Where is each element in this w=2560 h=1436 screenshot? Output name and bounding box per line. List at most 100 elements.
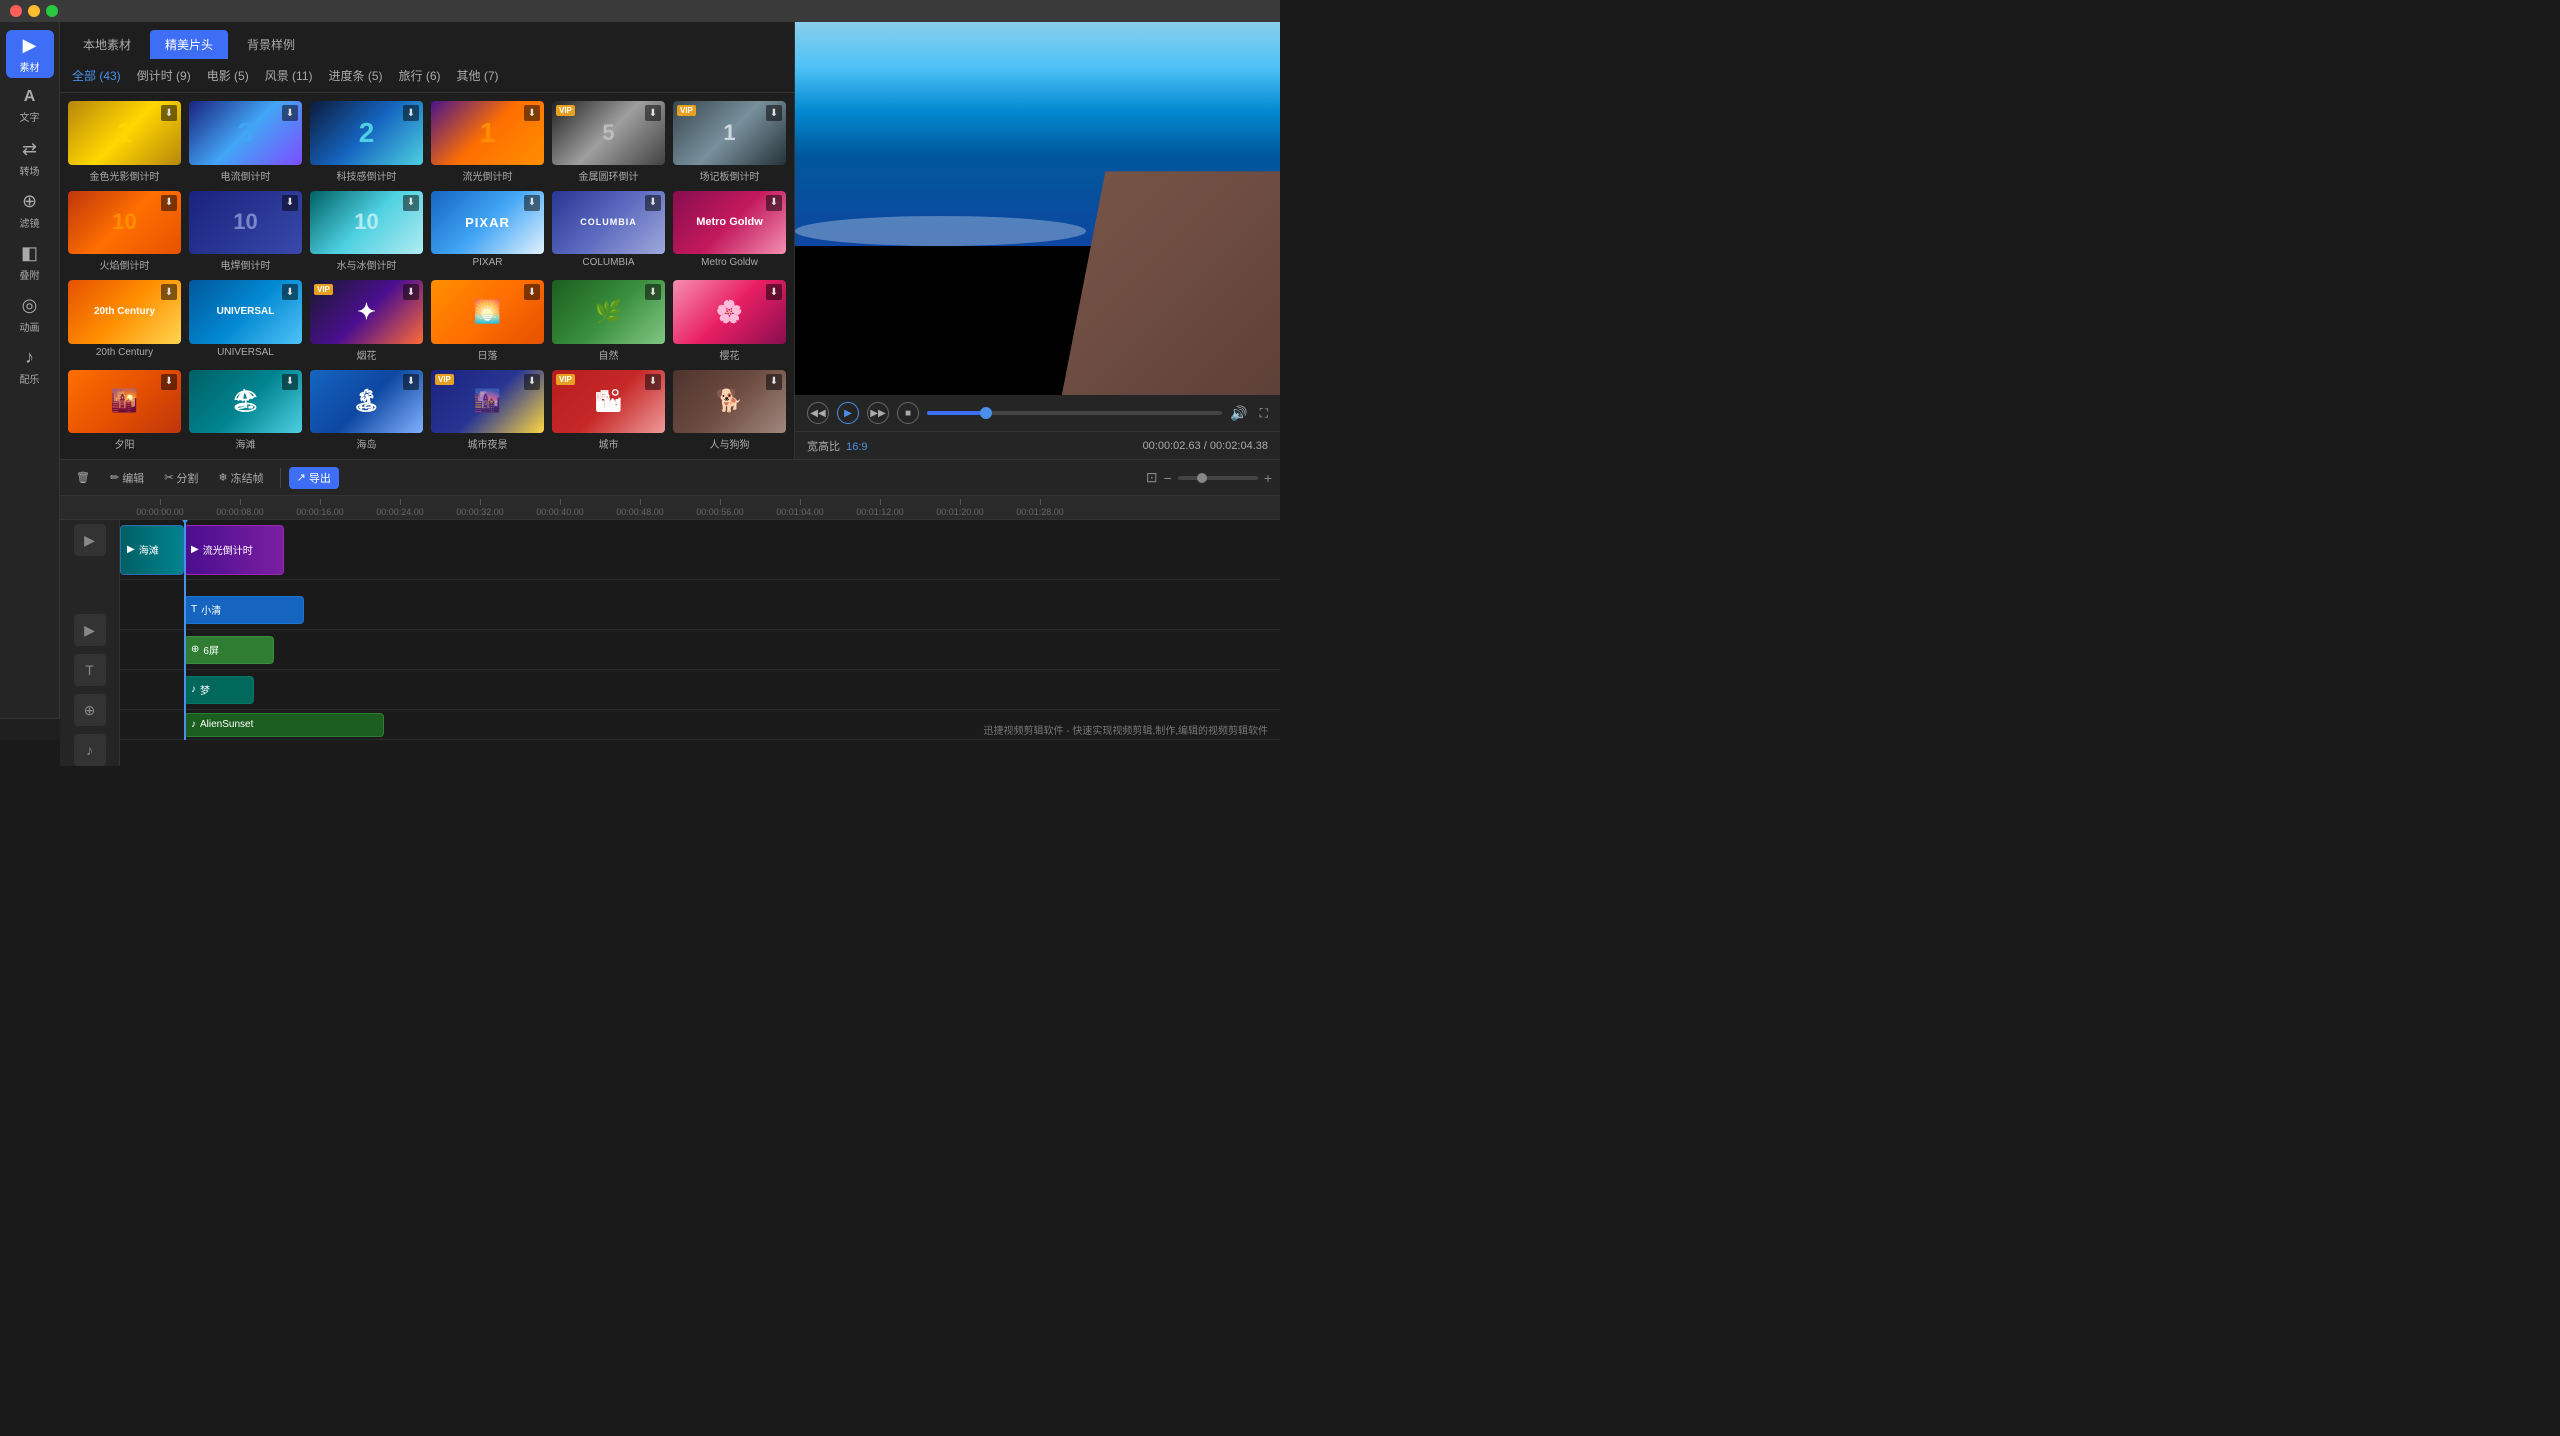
list-item[interactable]: 🌅 ⬇ 日落 [431, 280, 544, 362]
list-item[interactable]: 1 VIP ⬇ 场记板倒计时 [673, 101, 786, 183]
clip-flow-effect[interactable]: ▶ 流光倒计时 [184, 525, 284, 575]
sidebar-item-filter[interactable]: ⊕ 滤镜 [6, 186, 54, 234]
list-item[interactable]: 10 ⬇ 火焰倒计时 [68, 191, 181, 273]
minimize-button[interactable] [28, 5, 40, 17]
download-icon: ⬇ [524, 284, 540, 300]
close-button[interactable] [10, 5, 22, 17]
edit-button[interactable]: ✏ 编辑 [102, 467, 152, 489]
volume-icon[interactable]: 🔊 [1230, 405, 1247, 422]
sidebar-item-music[interactable]: ♪ 配乐 [6, 342, 54, 390]
thumb-electric: 3 ⬇ [189, 101, 302, 165]
delete-button[interactable]: 🗑 [68, 468, 98, 487]
rewind-button[interactable]: ◀◀ [807, 402, 829, 424]
clip-audio[interactable]: ♪ 梦 [184, 676, 254, 704]
sidebar-item-transition[interactable]: ⇄ 转场 [6, 134, 54, 182]
media-label: PIXAR [472, 257, 502, 268]
tab-background[interactable]: 背景样例 [232, 30, 310, 59]
separator [280, 468, 281, 488]
export-button[interactable]: ↗ 导出 [289, 467, 339, 489]
download-icon: ⬇ [766, 195, 782, 211]
list-item[interactable]: 5 VIP ⬇ 金属圆环倒计 [552, 101, 665, 183]
thumb-metro: Metro Goldw ⬇ [673, 191, 786, 255]
list-item[interactable]: 🐕 ⬇ 人与狗狗 [673, 370, 786, 452]
clip-music[interactable]: ♪ AlienSunset [184, 713, 384, 737]
track-header-filter[interactable]: ⊕ [74, 694, 106, 726]
list-item[interactable]: 🌇 ⬇ 夕阳 [68, 370, 181, 452]
zoom-fit-icon[interactable]: ⊡ [1146, 469, 1158, 486]
list-item[interactable]: COLUMBIA ⬇ COLUMBIA [552, 191, 665, 273]
top-section: 本地素材 精美片头 背景样例 全部 (43) 倒计时 (9) 电影 (5) 风景… [60, 22, 1280, 460]
fullscreen-icon[interactable]: ⛶ [1260, 406, 1268, 421]
list-item[interactable]: UNIVERSAL ⬇ UNIVERSAL [189, 280, 302, 362]
list-item[interactable]: 1 ⬇ 金色光影倒计时 [68, 101, 181, 183]
filter-all[interactable]: 全部 (43) [68, 65, 125, 86]
zoom-out-icon[interactable]: − [1164, 470, 1172, 486]
list-item[interactable]: 1 ⬇ 流光倒计时 [431, 101, 544, 183]
list-item[interactable]: 10 ⬇ 电焊倒计时 [189, 191, 302, 273]
list-item[interactable]: 🌿 ⬇ 自然 [552, 280, 665, 362]
ruler-mark: 00:01:04.00 [760, 499, 840, 517]
aspect-ratio-label: 宽高比 16:9 [807, 438, 868, 454]
clip-text[interactable]: T 小清 [184, 596, 304, 624]
download-icon: ⬇ [524, 195, 540, 211]
sidebar-item-text[interactable]: A 文字 [6, 82, 54, 130]
sidebar-item-overlay[interactable]: ◧ 叠附 [6, 238, 54, 286]
list-item[interactable]: 10 ⬇ 水与冰倒计时 [310, 191, 423, 273]
list-item[interactable]: 3 ⬇ 电流倒计时 [189, 101, 302, 183]
list-item[interactable]: Metro Goldw ⬇ Metro Goldw [673, 191, 786, 273]
track-header-video2[interactable]: ▶ [74, 614, 106, 646]
track-header-video[interactable]: ▶ [74, 524, 106, 556]
progress-thumb[interactable] [980, 407, 992, 419]
freeze-button[interactable]: ❄ 冻结帧 [210, 467, 271, 489]
maximize-button[interactable] [46, 5, 58, 17]
thumb-citynight: 🌆 VIP ⬇ [431, 370, 544, 434]
zoom-in-icon[interactable]: + [1264, 470, 1272, 486]
ruler-mark: 00:00:16.00 [280, 499, 360, 517]
ruler-mark: 00:00:24.00 [360, 499, 440, 517]
progress-bar[interactable] [927, 411, 1222, 415]
list-item[interactable]: 🏝 ⬇ 海岛 [310, 370, 423, 452]
filter-travel[interactable]: 旅行 (6) [395, 65, 445, 86]
list-item[interactable]: 2 ⬇ 科技感倒计时 [310, 101, 423, 183]
list-item[interactable]: 🏖 ⬇ 海滩 [189, 370, 302, 452]
track-header-text[interactable]: T [74, 654, 106, 686]
ruler-mark: 00:00:56.00 [680, 499, 760, 517]
list-item[interactable]: 🏙 VIP ⬇ 城市 [552, 370, 665, 452]
filter-movie[interactable]: 电影 (5) [203, 65, 253, 86]
sidebar-item-label: 配乐 [20, 371, 40, 386]
play-button[interactable]: ▶ [837, 402, 859, 424]
filter-landscape[interactable]: 风景 (11) [261, 65, 317, 86]
list-item[interactable]: 🌸 ⬇ 樱花 [673, 280, 786, 362]
split-button[interactable]: ✂ 分割 [156, 467, 206, 489]
sidebar-item-material[interactable]: ▶ 素材 [6, 30, 54, 78]
zoom-slider[interactable] [1178, 476, 1258, 480]
media-label: 城市夜景 [468, 436, 508, 451]
track-content[interactable]: ▶ 海滩 ▶ 流光倒计时 [120, 520, 1280, 766]
filter-countdown[interactable]: 倒计时 (9) [133, 65, 195, 86]
download-icon: ⬇ [403, 105, 419, 121]
clip-filter[interactable]: ⊕ 6屏 [184, 636, 274, 664]
track-header-audio[interactable]: ♪ [74, 734, 106, 766]
tab-local[interactable]: 本地素材 [68, 30, 146, 59]
list-item[interactable]: 20th Century ⬇ 20th Century [68, 280, 181, 362]
download-icon: ⬇ [161, 284, 177, 300]
media-label: 海滩 [236, 436, 256, 451]
forward-button[interactable]: ▶▶ [867, 402, 889, 424]
overlay-icon: ◧ [21, 243, 38, 264]
sidebar-item-animation[interactable]: ◎ 动画 [6, 290, 54, 338]
media-label: 夕阳 [115, 436, 135, 451]
list-item[interactable]: 🌆 VIP ⬇ 城市夜景 [431, 370, 544, 452]
time-display: 00:00:02.63 / 00:02:04.38 [1143, 440, 1268, 452]
filter-progress[interactable]: 进度条 (5) [325, 65, 387, 86]
clip-beach[interactable]: ▶ 海滩 [120, 525, 184, 575]
filter-other[interactable]: 其他 (7) [453, 65, 503, 86]
tab-featured[interactable]: 精美片头 [150, 30, 228, 59]
thumb-tech: 2 ⬇ [310, 101, 423, 165]
media-label: 电流倒计时 [221, 168, 271, 183]
thumb-beach: 🏖 ⬇ [189, 370, 302, 434]
media-label: 城市 [599, 436, 619, 451]
stop-button[interactable]: ■ [897, 402, 919, 424]
list-item[interactable]: PIXAR ⬇ PIXAR [431, 191, 544, 273]
list-item[interactable]: ✦ VIP ⬇ 烟花 [310, 280, 423, 362]
download-icon: ⬇ [282, 195, 298, 211]
